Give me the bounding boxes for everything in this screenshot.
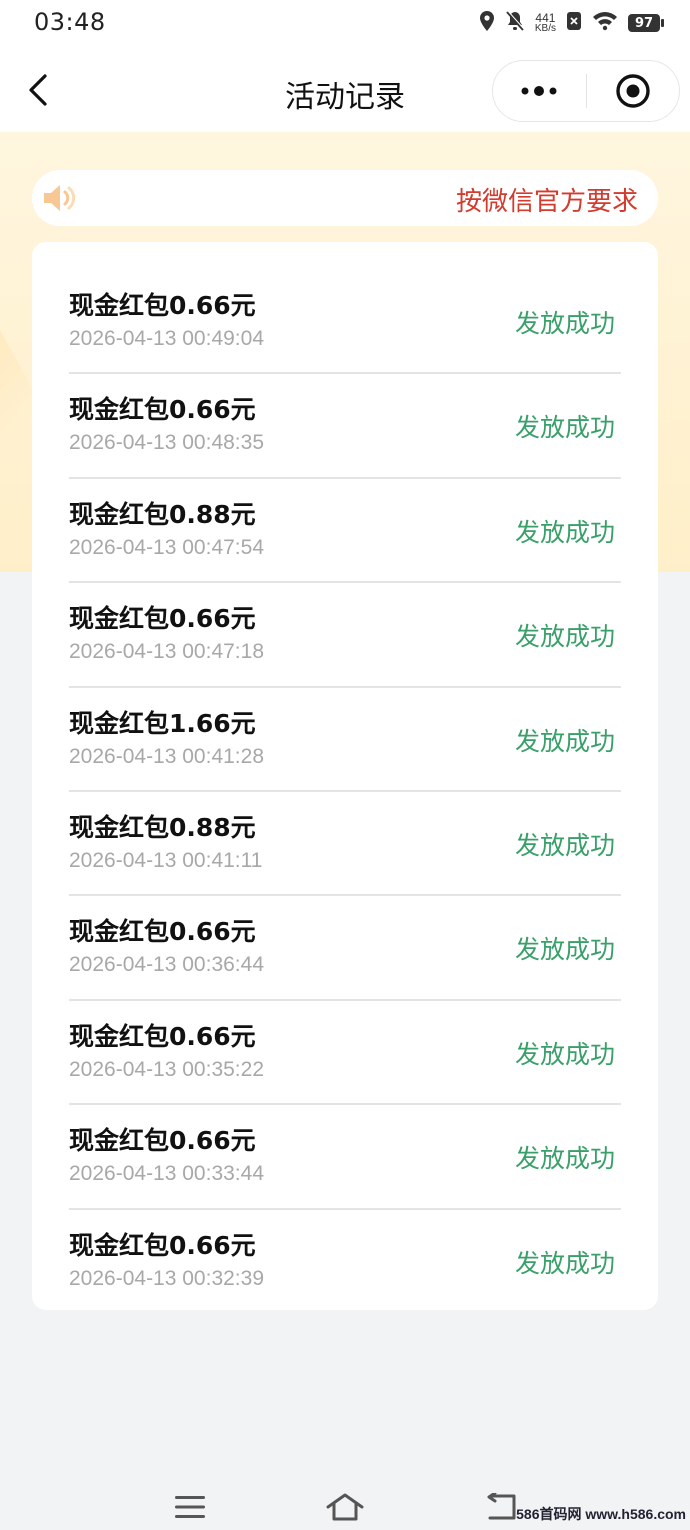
menu-icon — [175, 1496, 205, 1518]
records-card: 现金红包0.66元 2026-04-13 00:49:04 发放成功 现金红包0… — [32, 242, 658, 1310]
record-status: 发放成功 — [514, 726, 615, 756]
record-title: 现金红包0.66元 — [69, 395, 256, 425]
record-title: 现金红包0.66元 — [69, 291, 256, 320]
record-status: 发放成功 — [514, 1144, 615, 1174]
record-status: 发放成功 — [514, 1248, 615, 1278]
record-title: 现金红包0.66元 — [69, 1126, 256, 1156]
mute-icon — [505, 10, 525, 36]
more-button[interactable] — [493, 61, 586, 121]
location-icon — [479, 10, 495, 36]
menu-button[interactable] — [170, 1490, 210, 1524]
wifi-icon — [592, 11, 618, 35]
status-time: 03:48 — [34, 8, 106, 36]
record-time: 2026-04-13 00:48:35 — [69, 431, 264, 455]
record-row[interactable]: 现金红包0.66元 2026-04-13 00:48:35 发放成功 — [69, 374, 621, 479]
record-row[interactable]: 现金红包0.66元 2026-04-13 00:32:39 发放成功 — [69, 1210, 621, 1314]
battery-level: 97 — [634, 15, 654, 31]
record-row[interactable]: 现金红包0.88元 2026-04-13 00:47:54 发放成功 — [69, 479, 621, 584]
record-time: 2026-04-13 00:35:22 — [69, 1057, 264, 1081]
record-time: 2026-04-13 00:47:54 — [69, 535, 264, 559]
record-row[interactable]: 现金红包0.66元 2026-04-13 00:33:44 发放成功 — [69, 1105, 621, 1210]
record-status: 发放成功 — [514, 830, 615, 860]
status-icons: 441 KB/s 97 — [479, 8, 664, 38]
system-nav-bar: 586首码网 www.h586.com — [0, 1466, 690, 1530]
record-row[interactable]: 现金红包0.66元 2026-04-13 00:35:22 发放成功 — [69, 1001, 621, 1106]
record-time: 2026-04-13 00:49:04 — [69, 327, 264, 350]
record-time: 2026-04-13 00:41:11 — [69, 848, 263, 872]
return-icon — [487, 1493, 516, 1520]
record-time: 2026-04-13 00:41:28 — [69, 744, 264, 768]
record-row[interactable]: 现金红包1.66元 2026-04-13 00:41:28 发放成功 — [69, 688, 621, 792]
nav-bar: 活动记录 — [0, 56, 690, 126]
record-title: 现金红包0.66元 — [69, 604, 256, 634]
record-title: 现金红包0.66元 — [69, 1021, 256, 1051]
record-time: 2026-04-13 00:32:39 — [69, 1266, 264, 1290]
record-status: 发放成功 — [514, 935, 615, 965]
record-time: 2026-04-13 00:36:44 — [69, 953, 264, 977]
record-title: 现金红包0.66元 — [69, 1230, 256, 1260]
record-status: 发放成功 — [514, 517, 615, 547]
home-icon — [326, 1493, 364, 1521]
record-time: 2026-04-13 00:47:18 — [69, 640, 264, 664]
record-status: 发放成功 — [514, 622, 615, 652]
record-title: 现金红包1.66元 — [69, 708, 256, 738]
mini-program-capsule — [492, 60, 680, 122]
close-button[interactable] — [587, 61, 680, 121]
record-status: 发放成功 — [514, 1039, 615, 1069]
sim-icon — [566, 11, 582, 35]
record-row[interactable]: 现金红包0.66元 2026-04-13 00:49:04 发放成功 — [69, 270, 621, 375]
status-bar: 03:48 441 KB/s 97 — [0, 0, 690, 46]
battery-icon: 97 — [628, 14, 664, 32]
record-row[interactable]: 现金红包0.66元 2026-04-13 00:36:44 发放成功 — [69, 896, 621, 1001]
record-row[interactable]: 现金红包0.88元 2026-04-13 00:41:11 发放成功 — [69, 792, 621, 897]
watermark: 586首码网 www.h586.com — [516, 1506, 686, 1522]
record-status: 发放成功 — [514, 413, 615, 443]
record-status: 发放成功 — [514, 309, 615, 338]
notice-text: 按微信官方要求 — [456, 187, 639, 217]
speaker-icon — [42, 182, 78, 214]
more-dots-icon — [521, 86, 557, 96]
record-time: 2026-04-13 00:33:44 — [69, 1162, 264, 1186]
record-title: 现金红包0.88元 — [69, 499, 256, 529]
record-row[interactable]: 现金红包0.66元 2026-04-13 00:47:18 发放成功 — [69, 583, 621, 688]
record-title: 现金红包0.88元 — [69, 812, 256, 842]
notice-bar: 按微信官方要求 — [32, 170, 658, 226]
net-speed: 441 KB/s — [535, 12, 556, 34]
close-target-icon — [616, 74, 650, 108]
net-speed-unit: KB/s — [534, 23, 556, 34]
record-title: 现金红包0.66元 — [69, 917, 256, 947]
home-button[interactable] — [325, 1490, 365, 1524]
